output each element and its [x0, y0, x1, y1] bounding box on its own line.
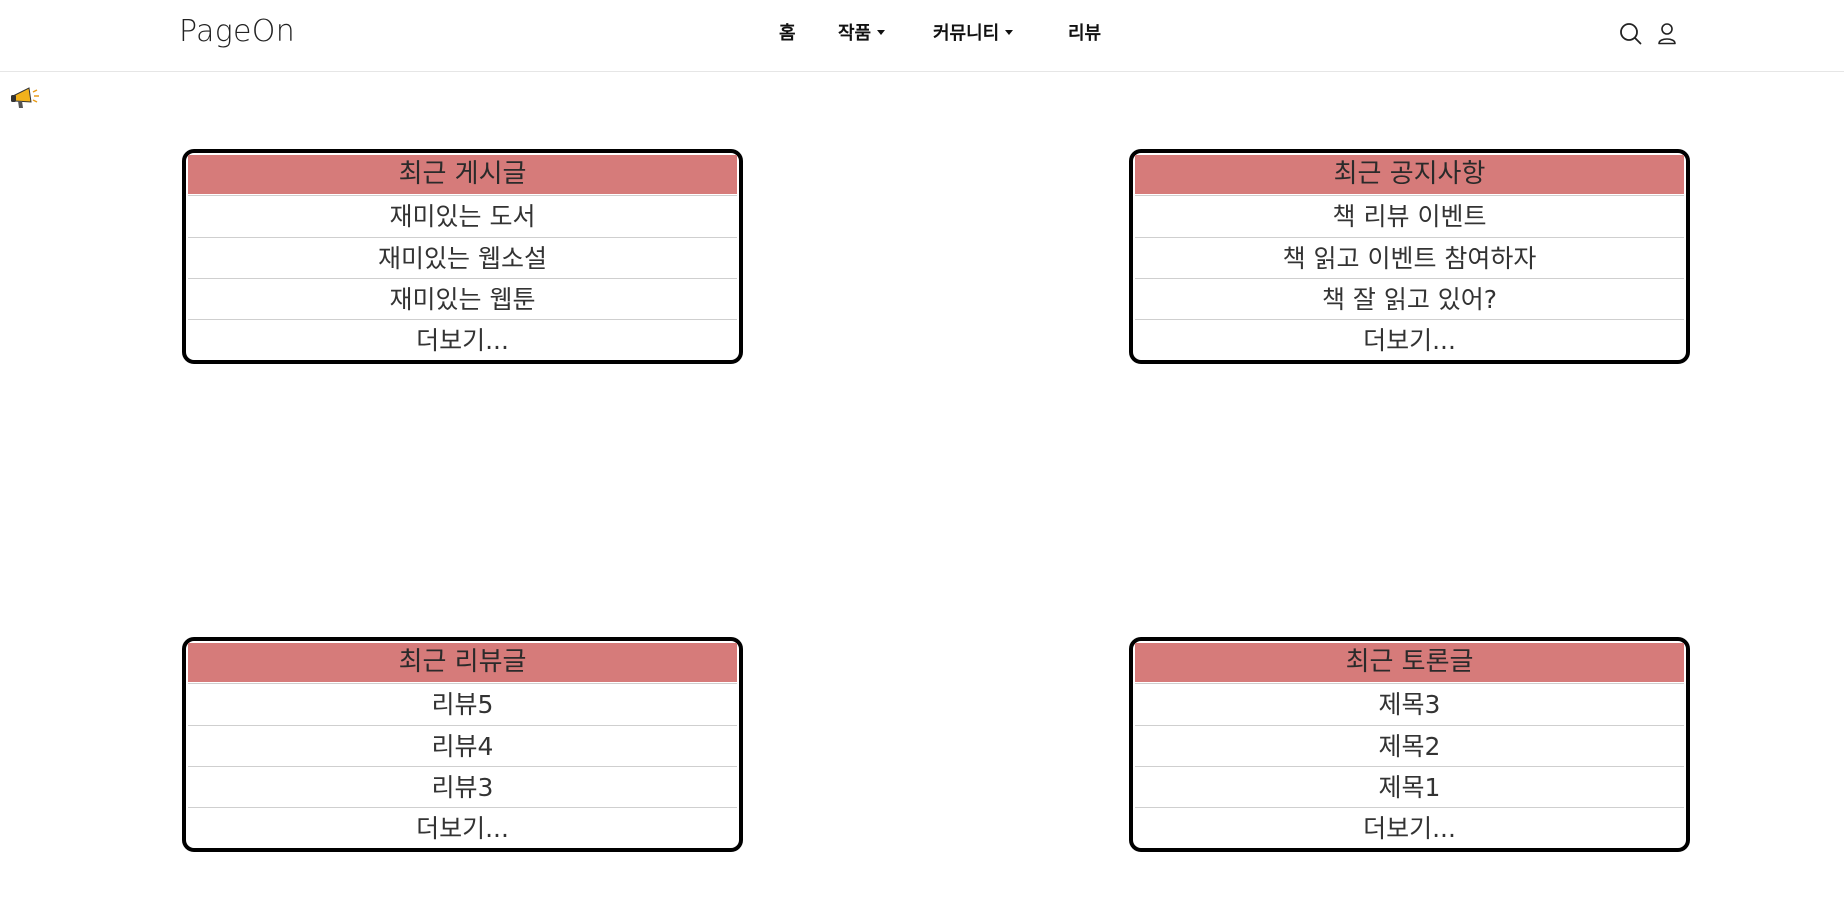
more-link[interactable]: 더보기...: [1135, 319, 1684, 361]
list-item[interactable]: 리뷰5: [188, 683, 737, 725]
list-item[interactable]: 제목3: [1135, 683, 1684, 725]
caret-down-icon: [877, 30, 886, 35]
list-item[interactable]: 재미있는 웹툰: [188, 278, 737, 320]
caret-down-icon: [1005, 30, 1014, 35]
megaphone-icon: [10, 84, 40, 114]
list-item[interactable]: 책 읽고 이벤트 참여하자: [1135, 237, 1684, 279]
recent-discussions-title: 최근 토론글: [1135, 643, 1684, 682]
nav-review[interactable]: 리뷰: [1068, 19, 1101, 45]
recent-notices-title: 최근 공지사항: [1135, 155, 1684, 194]
list-item[interactable]: 제목2: [1135, 725, 1684, 767]
recent-reviews-board: 최근 리뷰글 리뷰5 리뷰4 리뷰3 더보기...: [182, 637, 743, 852]
list-item[interactable]: 리뷰4: [188, 725, 737, 767]
more-link[interactable]: 더보기...: [1135, 807, 1684, 849]
more-link[interactable]: 더보기...: [188, 807, 737, 849]
user-icon[interactable]: [1657, 22, 1677, 49]
nav-works-label: 작품: [838, 23, 872, 44]
list-item[interactable]: 재미있는 웹소설: [188, 237, 737, 279]
list-item[interactable]: 제목1: [1135, 766, 1684, 808]
recent-posts-title: 최근 게시글: [188, 155, 737, 194]
recent-reviews-title: 최근 리뷰글: [188, 643, 737, 682]
list-item[interactable]: 리뷰3: [188, 766, 737, 808]
top-navbar: PageOn 홈 작품 커뮤니티 리뷰: [0, 0, 1844, 72]
brand-logo[interactable]: PageOn: [179, 14, 295, 49]
nav-works-dropdown[interactable]: 작품: [838, 19, 886, 45]
more-link[interactable]: 더보기...: [188, 319, 737, 361]
recent-discussions-board: 최근 토론글 제목3 제목2 제목1 더보기...: [1129, 637, 1690, 852]
list-item[interactable]: 책 리뷰 이벤트: [1135, 195, 1684, 237]
recent-posts-board: 최근 게시글 재미있는 도서 재미있는 웹소설 재미있는 웹툰 더보기...: [182, 149, 743, 364]
nav-community-dropdown[interactable]: 커뮤니티: [933, 19, 1014, 45]
nav-home[interactable]: 홈: [779, 19, 796, 45]
list-item[interactable]: 재미있는 도서: [188, 195, 737, 237]
list-item[interactable]: 책 잘 읽고 있어?: [1135, 278, 1684, 320]
search-icon[interactable]: [1619, 22, 1642, 49]
nav-community-label: 커뮤니티: [933, 23, 1000, 44]
recent-notices-board: 최근 공지사항 책 리뷰 이벤트 책 읽고 이벤트 참여하자 책 잘 읽고 있어…: [1129, 149, 1690, 364]
